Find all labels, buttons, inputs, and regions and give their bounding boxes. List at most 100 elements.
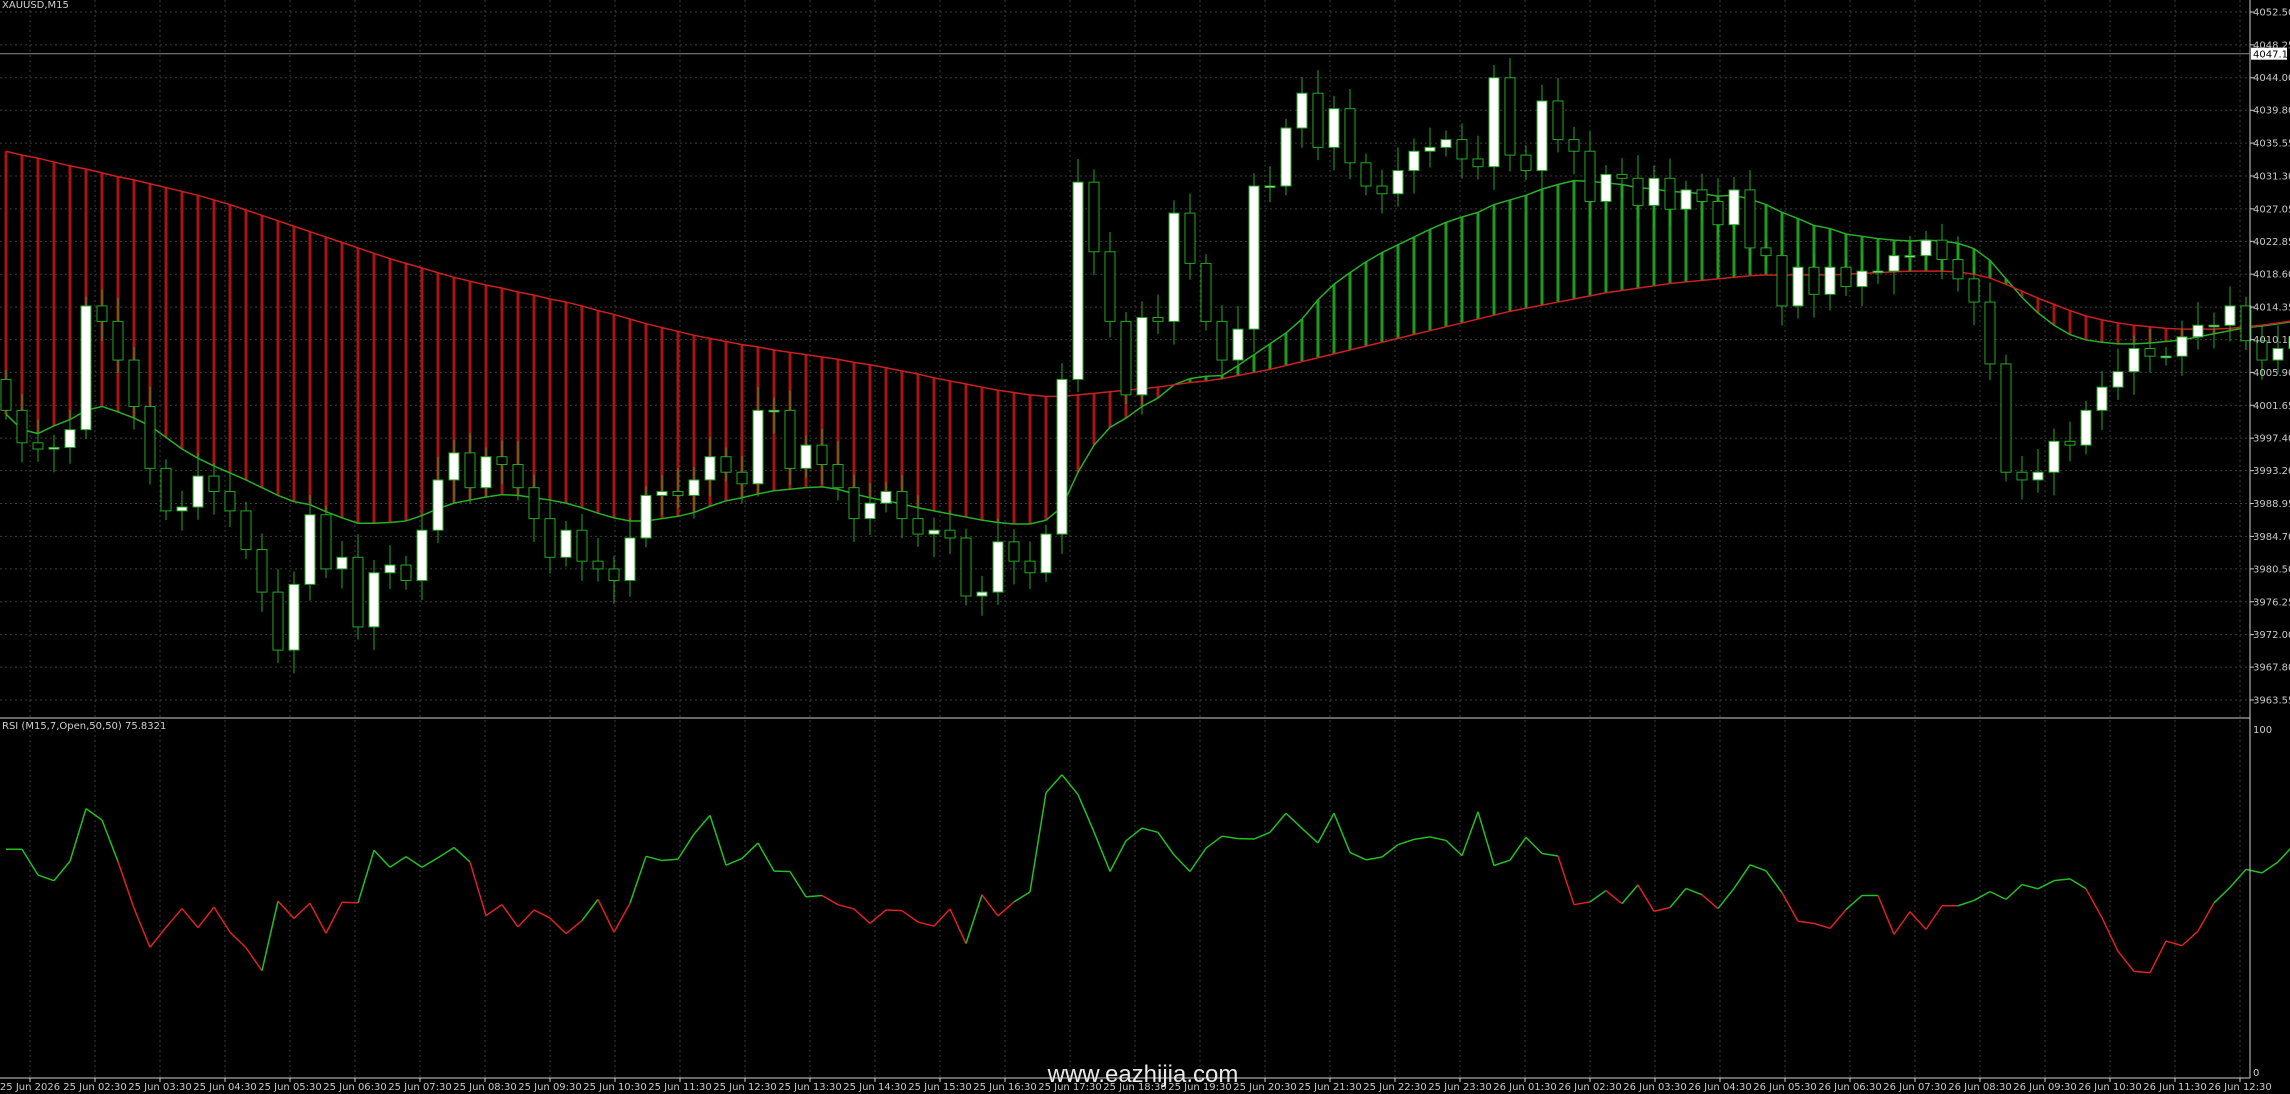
candle-body	[1808, 266, 1820, 295]
price-tick-label: 4010.15	[2253, 335, 2290, 346]
candle-body	[496, 456, 508, 465]
candle-body	[1680, 189, 1692, 210]
candle-body	[1232, 328, 1244, 361]
time-tick-label: 25 Jun 02:30	[63, 1082, 127, 1093]
candle-body	[1168, 212, 1180, 322]
candle-body	[1872, 270, 1884, 274]
candle-body	[1440, 139, 1452, 148]
time-tick-label: 25 Jun 21:30	[1298, 1082, 1362, 1093]
candle-body	[688, 479, 700, 496]
price-tick-label: 3967.80	[2253, 663, 2290, 674]
time-tick-label: 26 Jun 10:30	[2078, 1082, 2142, 1093]
candle-body	[1776, 255, 1788, 307]
candle-body	[1264, 185, 1276, 189]
candle-body	[1008, 541, 1020, 562]
price-tick-label: 4022.85	[2253, 237, 2290, 248]
candle-body	[128, 359, 140, 407]
price-tick-label: 3984.70	[2253, 532, 2290, 543]
candle	[80, 296, 92, 439]
candle-body	[1056, 378, 1068, 535]
candle-body	[1792, 266, 1804, 307]
candle-body	[48, 446, 60, 450]
candle-body	[1520, 154, 1532, 172]
time-tick-label: 26 Jun 04:30	[1688, 1082, 1752, 1093]
candle-body	[1824, 266, 1836, 295]
candle-body	[80, 305, 92, 431]
candle-body	[240, 510, 252, 551]
candle	[960, 528, 972, 606]
price-tick-label: 3993.20	[2253, 466, 2290, 477]
candle-body	[1840, 266, 1852, 288]
price-tick-label: 4035.55	[2253, 139, 2290, 150]
time-tick-label: 26 Jun 02:30	[1558, 1082, 1622, 1093]
candle-body	[848, 487, 860, 520]
candle-body	[1216, 320, 1228, 361]
price-tick-label: 4027.05	[2253, 204, 2290, 215]
time-tick-label: 25 Jun 15:30	[908, 1082, 972, 1093]
rsi-segment	[341, 901, 359, 904]
candle-body	[1888, 255, 1900, 272]
candle-body	[720, 456, 732, 473]
candle-body	[304, 514, 316, 585]
price-tick-label: 4018.60	[2253, 270, 2290, 281]
time-tick-label: 25 Jun 09:30	[518, 1082, 582, 1093]
candle-body	[400, 564, 412, 581]
candle-body	[800, 444, 812, 469]
candle-body	[1472, 158, 1484, 168]
rsi-segment	[885, 909, 903, 912]
candle-body	[624, 537, 636, 581]
candle-body	[944, 529, 956, 539]
candle-body	[1040, 533, 1052, 574]
price-tick-label: 4044.00	[2253, 73, 2290, 84]
candle-body	[2144, 347, 2156, 357]
time-tick-label: 25 Jun 04:30	[193, 1082, 257, 1093]
candle-body	[0, 378, 12, 411]
rsi-indicator-title: RSI (M15,7,Open,50,50) 75.8321	[2, 721, 166, 732]
price-tick-label: 3997.40	[2253, 434, 2290, 445]
candle-body	[1744, 189, 1756, 249]
time-tick-label: 25 Jun 12:30	[713, 1082, 777, 1093]
main-chart-title: XAUUSD,M15	[2, 0, 69, 11]
candle-body	[1536, 100, 1548, 172]
candle-body	[16, 409, 28, 444]
candle-body	[1408, 150, 1420, 172]
candle-body	[672, 491, 684, 496]
candle-body	[1184, 212, 1196, 264]
time-tick-label: 25 Jun 20:30	[1233, 1082, 1297, 1093]
price-tick-label: 4052.50	[2253, 8, 2290, 19]
candle-body	[1088, 181, 1100, 253]
time-tick-label: 25 Jun 07:30	[388, 1082, 452, 1093]
candle-body	[992, 541, 1004, 593]
candle-body	[1392, 170, 1404, 195]
candle-body	[1152, 317, 1164, 322]
candle	[1200, 254, 1212, 331]
candle-body	[1344, 108, 1356, 164]
candle-body	[896, 491, 908, 520]
candle-body	[208, 475, 220, 493]
price-tick-label: 4005.90	[2253, 368, 2290, 379]
candle-body	[784, 409, 796, 469]
current-price-label: 4047.11	[2253, 50, 2290, 61]
price-tick-label: 4001.65	[2253, 401, 2290, 412]
candle-body	[640, 494, 652, 539]
candle-body	[1296, 92, 1308, 129]
candle-body	[960, 537, 972, 597]
candle-body	[1600, 173, 1612, 202]
candle-body	[864, 502, 876, 520]
candle-body	[512, 463, 524, 489]
candle-body	[656, 491, 668, 496]
candle-body	[112, 320, 124, 361]
candle-body	[272, 591, 284, 651]
candle-body	[560, 529, 572, 558]
candle-body	[1280, 127, 1292, 187]
candle-body	[1504, 77, 1516, 156]
candle-body	[736, 471, 748, 485]
candle-body	[816, 444, 828, 465]
candle-body	[1200, 262, 1212, 322]
candle-body	[160, 467, 172, 512]
price-tick-label: 3988.95	[2253, 499, 2290, 510]
candle-body	[32, 442, 44, 450]
candle-body	[144, 405, 156, 469]
candle-body	[1360, 162, 1372, 187]
candle-body	[2016, 471, 2028, 481]
